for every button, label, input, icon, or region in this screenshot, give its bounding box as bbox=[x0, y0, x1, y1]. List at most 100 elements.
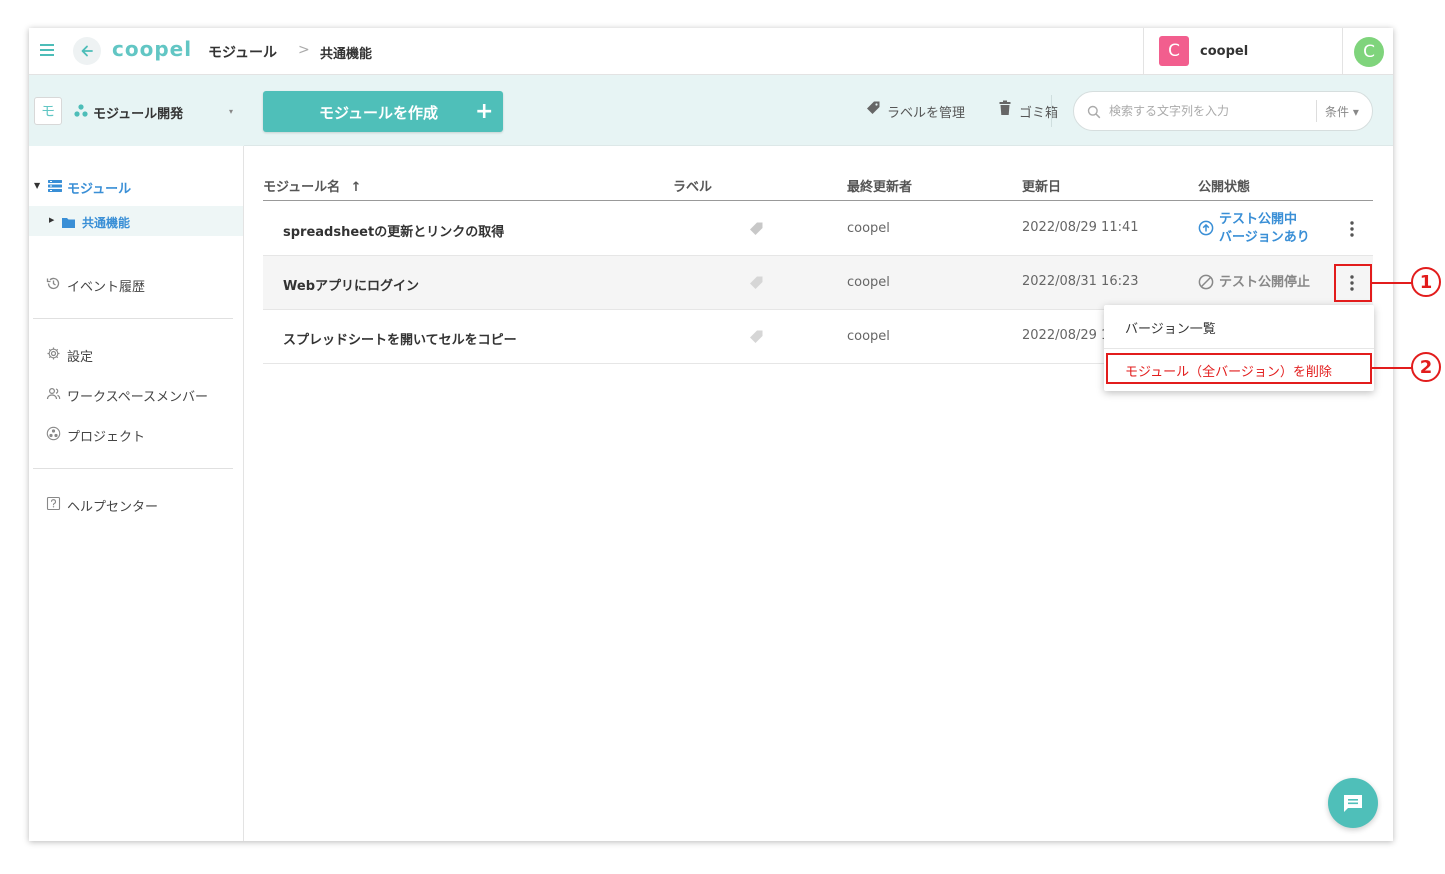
status-badge[interactable]: テスト公開停止 bbox=[1198, 274, 1338, 294]
module-updater: coopel bbox=[847, 221, 890, 236]
row-context-menu: バージョン一覧 モジュール（全バージョン）を削除 bbox=[1104, 305, 1374, 391]
folder-icon bbox=[61, 214, 76, 228]
toolbar-divider bbox=[1051, 95, 1052, 127]
members-icon bbox=[46, 386, 61, 401]
label-tag-icon[interactable] bbox=[748, 221, 764, 237]
table-row[interactable]: Webアプリにログイン coopel 2022/08/31 16:23 テスト公… bbox=[263, 256, 1373, 310]
sidebar: モ モジュール開発 ▾ ▼ モジュール ▶ 共通機能 イベント履歴 設定 ワーク… bbox=[29, 75, 244, 841]
gear-icon bbox=[46, 346, 61, 361]
status-line2: バージョンあり bbox=[1219, 230, 1310, 245]
sidebar-item-label: モジュール bbox=[67, 182, 132, 197]
table-row[interactable]: spreadsheetの更新とリンクの取得 coopel 2022/08/29 … bbox=[263, 202, 1373, 256]
breadcrumb-current: 共通機能 bbox=[320, 47, 373, 62]
sidebar-item-label: イベント履歴 bbox=[67, 280, 146, 295]
sidebar-item-modules[interactable]: ▼ モジュール bbox=[29, 175, 244, 197]
history-icon bbox=[46, 276, 61, 291]
workspace-switcher[interactable]: C coopel bbox=[1143, 28, 1343, 75]
tag-icon bbox=[865, 100, 881, 116]
sidebar-item-label: 設定 bbox=[67, 350, 94, 365]
toolbar: モジュールを作成 + ラベルを管理 ゴミ箱 条件 ▾ bbox=[244, 75, 1393, 146]
sidebar-item-projects[interactable]: プロジェクト bbox=[29, 422, 244, 446]
sort-ascending-icon: ↑ bbox=[350, 180, 362, 195]
module-badge-icon: モ bbox=[34, 97, 62, 125]
search-input[interactable] bbox=[1109, 102, 1309, 120]
module-updated-date: 2022/08/29 11:41 bbox=[1022, 220, 1139, 235]
module-updater: coopel bbox=[847, 329, 890, 344]
annotation-highlight-kebab bbox=[1334, 264, 1372, 302]
sidebar-item-settings[interactable]: 設定 bbox=[29, 342, 244, 366]
manage-labels-label: ラベルを管理 bbox=[887, 106, 966, 121]
app-window: coopel モジュール > 共通機能 C coopel C モ モジュール開発… bbox=[29, 28, 1393, 841]
chevron-down-icon: ▾ bbox=[229, 107, 234, 116]
menu-item-label: バージョン一覧 bbox=[1125, 322, 1216, 337]
menu-item-label: モジュール（全バージョン）を削除 bbox=[1125, 365, 1332, 380]
status-badge[interactable]: テスト公開中 バージョンあり bbox=[1198, 211, 1338, 249]
sidebar-item-event-history[interactable]: イベント履歴 bbox=[29, 272, 244, 296]
column-header-status[interactable]: 公開状態 bbox=[1198, 176, 1250, 195]
caret-down-icon: ▼ bbox=[34, 181, 41, 190]
sidebar-item-label: プロジェクト bbox=[67, 430, 146, 445]
user-avatar[interactable]: C bbox=[1354, 37, 1384, 67]
sidebar-item-label: ヘルプセンター bbox=[67, 500, 159, 515]
column-header-updater[interactable]: 最終更新者 bbox=[847, 176, 912, 195]
search-box: 条件 ▾ bbox=[1073, 91, 1373, 131]
project-selector[interactable]: モ モジュール開発 ▾ bbox=[29, 75, 244, 146]
create-module-button[interactable]: モジュールを作成 + bbox=[263, 91, 503, 132]
module-name[interactable]: スプレッドシートを開いてセルをコピー bbox=[283, 329, 517, 348]
upload-circle-icon bbox=[1198, 220, 1214, 236]
module-name[interactable]: Webアプリにログイン bbox=[283, 275, 419, 294]
column-header-name[interactable]: モジュール名 ↑ bbox=[263, 176, 362, 195]
breadcrumb-modules[interactable]: モジュール bbox=[208, 42, 277, 62]
hamburger-menu-icon[interactable] bbox=[39, 42, 55, 58]
module-updated-date: 2022/08/31 16:23 bbox=[1022, 274, 1139, 289]
sidebar-item-label: 共通機能 bbox=[82, 216, 131, 230]
project-cluster-icon bbox=[73, 103, 89, 119]
help-icon bbox=[46, 496, 61, 511]
status-line1: テスト公開中 bbox=[1219, 212, 1298, 227]
label-tag-icon[interactable] bbox=[748, 275, 764, 291]
trash-icon bbox=[997, 100, 1013, 116]
module-updater: coopel bbox=[847, 275, 890, 290]
sidebar-item-common-functions[interactable]: ▶ 共通機能 bbox=[29, 206, 243, 236]
trash-label: ゴミ箱 bbox=[1019, 106, 1059, 121]
sidebar-item-label: ワークスペースメンバー bbox=[67, 390, 209, 405]
annotation-number-2: 2 bbox=[1411, 352, 1441, 382]
project-icon bbox=[46, 426, 61, 441]
label-tag-icon[interactable] bbox=[748, 329, 764, 345]
sidebar-item-help-center[interactable]: ヘルプセンター bbox=[29, 492, 244, 516]
top-bar: coopel モジュール > 共通機能 C coopel C bbox=[29, 28, 1393, 75]
module-list-icon bbox=[47, 178, 63, 192]
module-name[interactable]: spreadsheetの更新とリンクの取得 bbox=[283, 221, 504, 240]
column-header-updated[interactable]: 更新日 bbox=[1022, 176, 1061, 195]
row-actions-button[interactable] bbox=[1335, 212, 1369, 246]
search-divider bbox=[1316, 100, 1317, 122]
status-line1: テスト公開停止 bbox=[1219, 275, 1311, 290]
back-button[interactable] bbox=[73, 37, 101, 65]
column-header-label[interactable]: ラベル bbox=[673, 176, 712, 195]
search-condition-dropdown[interactable]: 条件 ▾ bbox=[1325, 103, 1359, 120]
annotation-line-2 bbox=[1372, 367, 1412, 369]
menu-item-version-list[interactable]: バージョン一覧 bbox=[1104, 305, 1374, 347]
chat-icon bbox=[1344, 795, 1362, 812]
arrow-left-icon bbox=[81, 45, 93, 57]
annotation-number-1: 1 bbox=[1411, 267, 1441, 297]
sidebar-divider bbox=[33, 318, 233, 319]
caret-right-icon: ▶ bbox=[49, 216, 55, 224]
menu-divider bbox=[1104, 348, 1374, 349]
more-vertical-icon bbox=[1350, 221, 1354, 237]
workspace-avatar: C bbox=[1159, 36, 1189, 66]
search-icon bbox=[1087, 104, 1101, 119]
breadcrumb-separator: > bbox=[298, 42, 310, 58]
project-name: モジュール開発 bbox=[93, 107, 184, 122]
annotation-line-1 bbox=[1372, 282, 1412, 284]
column-header-label: モジュール名 bbox=[263, 180, 341, 195]
workspace-name: coopel bbox=[1200, 44, 1249, 59]
stop-circle-icon bbox=[1198, 274, 1214, 290]
sidebar-item-workspace-members[interactable]: ワークスペースメンバー bbox=[29, 382, 244, 406]
menu-item-delete-module[interactable]: モジュール（全バージョン）を削除 bbox=[1106, 353, 1372, 384]
brand-logo[interactable]: coopel bbox=[112, 37, 192, 61]
plus-icon: + bbox=[475, 99, 494, 124]
sidebar-divider bbox=[33, 468, 233, 469]
chat-button[interactable] bbox=[1328, 778, 1378, 828]
table-header: モジュール名 ↑ ラベル 最終更新者 更新日 公開状態 bbox=[263, 173, 1373, 201]
